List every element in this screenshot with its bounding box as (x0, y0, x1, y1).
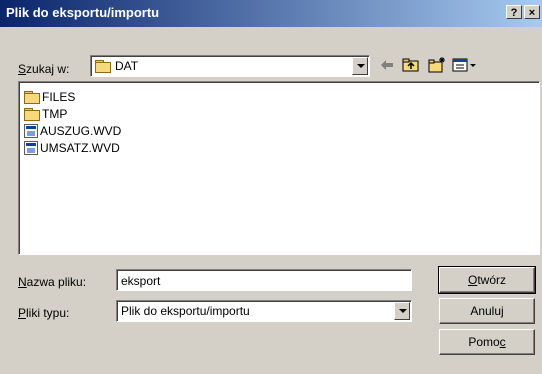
filename-input[interactable]: eksport (116, 269, 412, 291)
help-button[interactable]: Pomoc (439, 329, 535, 355)
file-name: FILES (42, 90, 76, 104)
file-name: TMP (42, 107, 68, 121)
help-title-button[interactable]: ? (506, 5, 522, 19)
file-name: AUSZUG.WVD (40, 124, 122, 138)
filename-value: eksport (121, 274, 161, 288)
folder-icon (95, 60, 111, 73)
folder-icon (24, 108, 40, 121)
list-item[interactable]: AUSZUG.WVD (24, 123, 121, 139)
help-label: Pomo (468, 335, 500, 349)
filetype-dropdown-button[interactable] (394, 302, 410, 320)
list-item[interactable]: FILES (24, 89, 75, 105)
filename-accel: N (18, 275, 27, 289)
list-item[interactable]: TMP (24, 106, 67, 122)
filename-label-text: azwa pliku: (26, 275, 87, 289)
filetype-value: Plik do eksportu/importu (121, 304, 250, 318)
look-in-dropdown-button[interactable] (352, 57, 368, 75)
open-accel: O (467, 273, 478, 287)
new-folder-icon[interactable] (427, 55, 447, 75)
file-list[interactable]: FILES TMP AUSZUG.WVD UMSATZ.WVD (18, 81, 540, 255)
file-icon (24, 141, 38, 155)
look-in-label-text: zukaj w: (26, 62, 70, 76)
look-in-label: Szukaj w: (18, 62, 69, 76)
look-in-combo[interactable]: DAT (90, 55, 370, 77)
cancel-label: Anuluj (470, 304, 504, 318)
filetype-combo[interactable]: Plik do eksportu/importu (116, 300, 412, 322)
filetype-label-text: liki typu: (26, 306, 70, 320)
window-title: Plik do eksportu/importu (6, 5, 160, 20)
title-bar: Plik do eksportu/importu ? × (0, 0, 542, 27)
cancel-button[interactable]: Anuluj (439, 298, 535, 324)
list-item[interactable]: UMSATZ.WVD (24, 140, 120, 156)
open-button[interactable]: Otwórz (438, 266, 536, 294)
filename-label: Nazwa pliku: (18, 275, 86, 289)
look-in-value: DAT (115, 59, 139, 73)
file-icon (24, 124, 38, 138)
look-in-accel: S (18, 62, 27, 76)
folder-icon (24, 91, 40, 104)
help-accel: c (499, 335, 506, 349)
up-folder-icon[interactable] (401, 55, 421, 75)
open-label: twórz (477, 273, 506, 287)
close-icon: × (528, 7, 536, 19)
file-name: UMSATZ.WVD (40, 141, 120, 155)
view-menu-icon[interactable] (451, 55, 477, 75)
filetype-accel: P (18, 306, 27, 320)
filetype-label: Pliki typu: (18, 306, 69, 320)
help-icon: ? (510, 7, 518, 19)
close-title-button[interactable]: × (524, 5, 540, 19)
back-arrow-icon[interactable] (377, 55, 397, 75)
